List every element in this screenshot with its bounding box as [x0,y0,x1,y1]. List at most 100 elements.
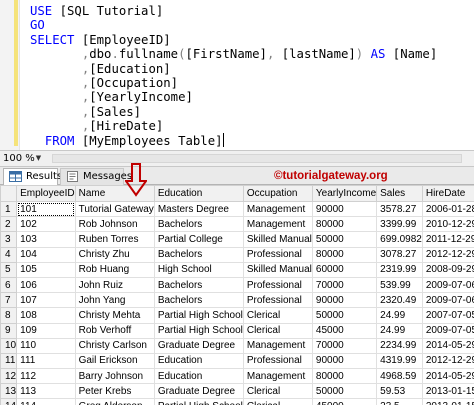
table-cell[interactable]: Management [242,368,313,385]
table-cell[interactable]: Ruben Torres [74,231,155,248]
table-cell[interactable]: 23.5 [376,398,423,405]
table-cell[interactable]: 2320.49 [376,292,423,309]
column-header[interactable]: EmployeeID [16,185,76,202]
table-cell[interactable]: 4319.99 [376,352,423,370]
table-row[interactable]: 13 113 Peter Krebs Graduate Degree Clerical 5… [0,383,474,400]
table-cell[interactable]: 3399.99 [376,216,423,233]
table-cell[interactable]: Education [153,352,244,370]
table-cell[interactable]: Christy Carlson [74,337,155,354]
table-cell[interactable]: Bachelors [153,292,244,309]
row-number[interactable]: 9 [0,322,18,339]
code-line[interactable]: USE [SQL Tutorial] [30,3,163,19]
table-cell[interactable]: 2013-01-15 [421,383,474,400]
table-cell[interactable]: 80000 [311,368,378,385]
results-grid[interactable]: EmployeeID Name Education Occupation YearlyI… [0,185,474,405]
table-cell[interactable]: 70000 [311,337,378,354]
table-cell[interactable]: Management [242,337,313,354]
table-row[interactable]: 10 110 Christy Carlson Graduate Degree Manag… [0,337,474,354]
table-cell[interactable]: 24.99 [376,322,423,339]
column-header[interactable]: Sales [376,185,423,202]
table-cell[interactable]: 4968.59 [376,368,423,385]
table-cell[interactable]: 113 [16,383,76,400]
table-row[interactable]: 9 109 Rob Verhoff Partial High School Cleric… [0,322,474,339]
table-cell[interactable]: 50000 [311,383,378,400]
table-cell[interactable]: Skilled Manual [242,261,313,278]
table-cell[interactable]: 106 [16,276,76,294]
table-cell[interactable]: 90000 [311,200,378,218]
table-cell[interactable]: Professional [242,352,313,370]
table-cell[interactable]: 2009-07-06 [421,276,474,294]
table-cell[interactable]: 699.0982 [376,231,423,248]
tab-messages[interactable]: Messages [60,168,132,185]
table-cell[interactable]: 90000 [311,352,378,370]
table-cell[interactable]: 80000 [311,246,378,263]
row-number[interactable]: 7 [0,292,18,309]
table-cell[interactable]: 2319.99 [376,261,423,278]
table-row[interactable]: 7 107 John Yang Bachelors Professional 90000 2… [0,292,474,309]
table-cell[interactable]: Professional [242,246,313,263]
table-cell[interactable]: 101 [16,200,76,218]
table-cell[interactable]: Education [153,368,244,385]
column-header[interactable]: HireDate [421,185,474,202]
table-cell[interactable]: 102 [16,216,76,233]
grid-corner[interactable] [0,185,18,202]
table-cell[interactable]: Professional [242,276,313,294]
table-cell[interactable]: Christy Zhu [74,246,155,263]
row-number[interactable]: 14 [0,398,18,405]
table-cell[interactable]: John Ruiz [74,276,155,294]
table-cell[interactable]: Partial High School [153,398,244,405]
table-cell[interactable]: 2006-01-28 [421,200,474,218]
table-cell[interactable]: 109 [16,322,76,339]
table-cell[interactable]: Partial College [153,231,244,248]
table-cell[interactable]: 2014-05-29 [421,368,474,385]
table-cell[interactable]: Partial High School [153,322,244,339]
table-row[interactable]: 11 111 Gail Erickson Education Professional 9… [0,352,474,370]
table-cell[interactable]: Rob Johnson [74,216,155,233]
table-cell[interactable]: Clerical [242,398,313,405]
table-cell[interactable]: Management [242,216,313,233]
table-cell[interactable]: 90000 [311,292,378,309]
table-cell[interactable]: Skilled Manual [242,231,313,248]
table-cell[interactable]: 2012-12-29 [421,352,474,370]
table-cell[interactable]: 2011-12-29 [421,231,474,248]
row-number[interactable]: 13 [0,383,18,400]
table-cell[interactable]: 111 [16,352,76,370]
row-number[interactable]: 10 [0,337,18,354]
table-cell[interactable]: Partial High School [153,307,244,324]
table-cell[interactable]: 539.99 [376,276,423,294]
table-cell[interactable]: 107 [16,292,76,309]
row-number[interactable]: 2 [0,216,18,233]
table-cell[interactable]: Rob Verhoff [74,322,155,339]
table-cell[interactable]: 110 [16,337,76,354]
code-line[interactable]: FROM [MyEmployees Table] [30,132,224,149]
row-number[interactable]: 11 [0,352,18,370]
table-cell[interactable]: 2234.99 [376,337,423,354]
table-cell[interactable]: 24.99 [376,307,423,324]
column-header[interactable]: YearlyIncome [311,185,378,202]
column-header[interactable]: Education [153,185,244,202]
table-cell[interactable]: 2008-09-29 [421,261,474,278]
table-cell[interactable]: Rob Huang [74,261,155,278]
row-number[interactable]: 3 [0,231,18,248]
table-cell[interactable]: Masters Degree [153,200,244,218]
table-cell[interactable]: 50000 [311,231,378,248]
table-row[interactable]: 5 105 Rob Huang High School Skilled Manual 60… [0,261,474,278]
sql-editor[interactable]: USE [SQL Tutorial] GO SELECT [EmployeeID] … [0,0,474,150]
row-number[interactable]: 1 [0,200,18,218]
table-cell[interactable]: Graduate Degree [153,383,244,400]
table-row[interactable]: 12 112 Barry Johnson Education Management 800… [0,368,474,385]
tab-results[interactable]: Results [3,168,62,185]
column-header[interactable]: Occupation [242,185,313,202]
table-cell[interactable]: 2013-01-15 [421,398,474,405]
row-number[interactable]: 12 [0,368,18,385]
table-row[interactable]: 8 108 Christy Mehta Partial High School Cler… [0,307,474,324]
horizontal-scrollbar[interactable] [52,154,462,163]
table-cell[interactable]: John Yang [74,292,155,309]
table-cell[interactable]: Bachelors [153,246,244,263]
table-row[interactable]: 14114Greg AldersonPartial High SchoolCle… [0,398,474,405]
table-cell[interactable]: 108 [16,307,76,324]
table-cell[interactable]: 112 [16,368,76,385]
table-cell[interactable]: Professional [242,292,313,309]
table-cell[interactable]: 2007-07-05 [421,307,474,324]
zoom-level[interactable]: 100 % [3,152,35,166]
